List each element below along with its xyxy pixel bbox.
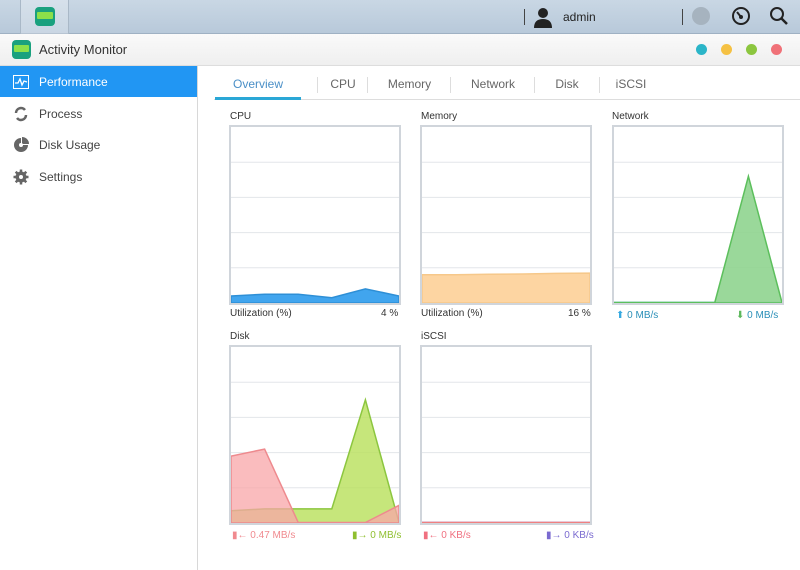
activity-monitor-app-icon (35, 7, 55, 26)
search-icon[interactable] (769, 6, 789, 26)
sidebar-item-label: Process (39, 106, 83, 121)
tab-iscsi[interactable]: iSCSI (600, 70, 662, 100)
process-icon (12, 105, 30, 123)
close-button[interactable] (771, 44, 782, 55)
divider (682, 9, 683, 25)
activity-monitor-app-icon (12, 40, 31, 59)
sidebar-item-disk-usage[interactable]: Disk Usage (0, 129, 197, 160)
user-icon[interactable] (533, 6, 553, 28)
tab-memory[interactable]: Memory (368, 70, 451, 100)
performance-icon (12, 73, 30, 91)
tab-cpu[interactable]: CPU (318, 70, 368, 100)
sidebar-item-label: Disk Usage (39, 137, 101, 152)
settings-icon (12, 168, 30, 186)
sidebar-item-label: Settings (39, 169, 83, 184)
user-name[interactable]: admin (563, 10, 596, 24)
tab-disk[interactable]: Disk (535, 70, 599, 100)
minimize-button[interactable] (721, 44, 732, 55)
divider (524, 9, 525, 25)
activity-monitor-window: Activity Monitor Performance Process Dis… (0, 34, 800, 570)
notification-icon[interactable] (692, 7, 710, 25)
sidebar-item-label: Performance (39, 74, 108, 89)
window-titlebar[interactable]: Activity Monitor (0, 34, 800, 66)
sidebar-item-settings[interactable]: Settings (0, 161, 197, 192)
taskbar-app-activity-monitor[interactable] (21, 0, 69, 34)
tab-bar: Overview CPU Memory Network Disk iSCSI (214, 70, 800, 100)
sidebar-item-process[interactable]: Process (0, 98, 197, 129)
disk-usage-icon (12, 136, 30, 154)
help-button[interactable] (696, 44, 707, 55)
maximize-button[interactable] (746, 44, 757, 55)
sidebar: Performance Process Disk Usage Settings (0, 66, 198, 570)
tab-overview[interactable]: Overview (215, 70, 301, 100)
taskbar: admin (0, 0, 800, 34)
window-title: Activity Monitor (39, 42, 128, 57)
tab-network[interactable]: Network (451, 70, 535, 100)
sidebar-item-performance[interactable]: Performance (0, 66, 197, 97)
dashboard-icon[interactable] (731, 6, 751, 26)
